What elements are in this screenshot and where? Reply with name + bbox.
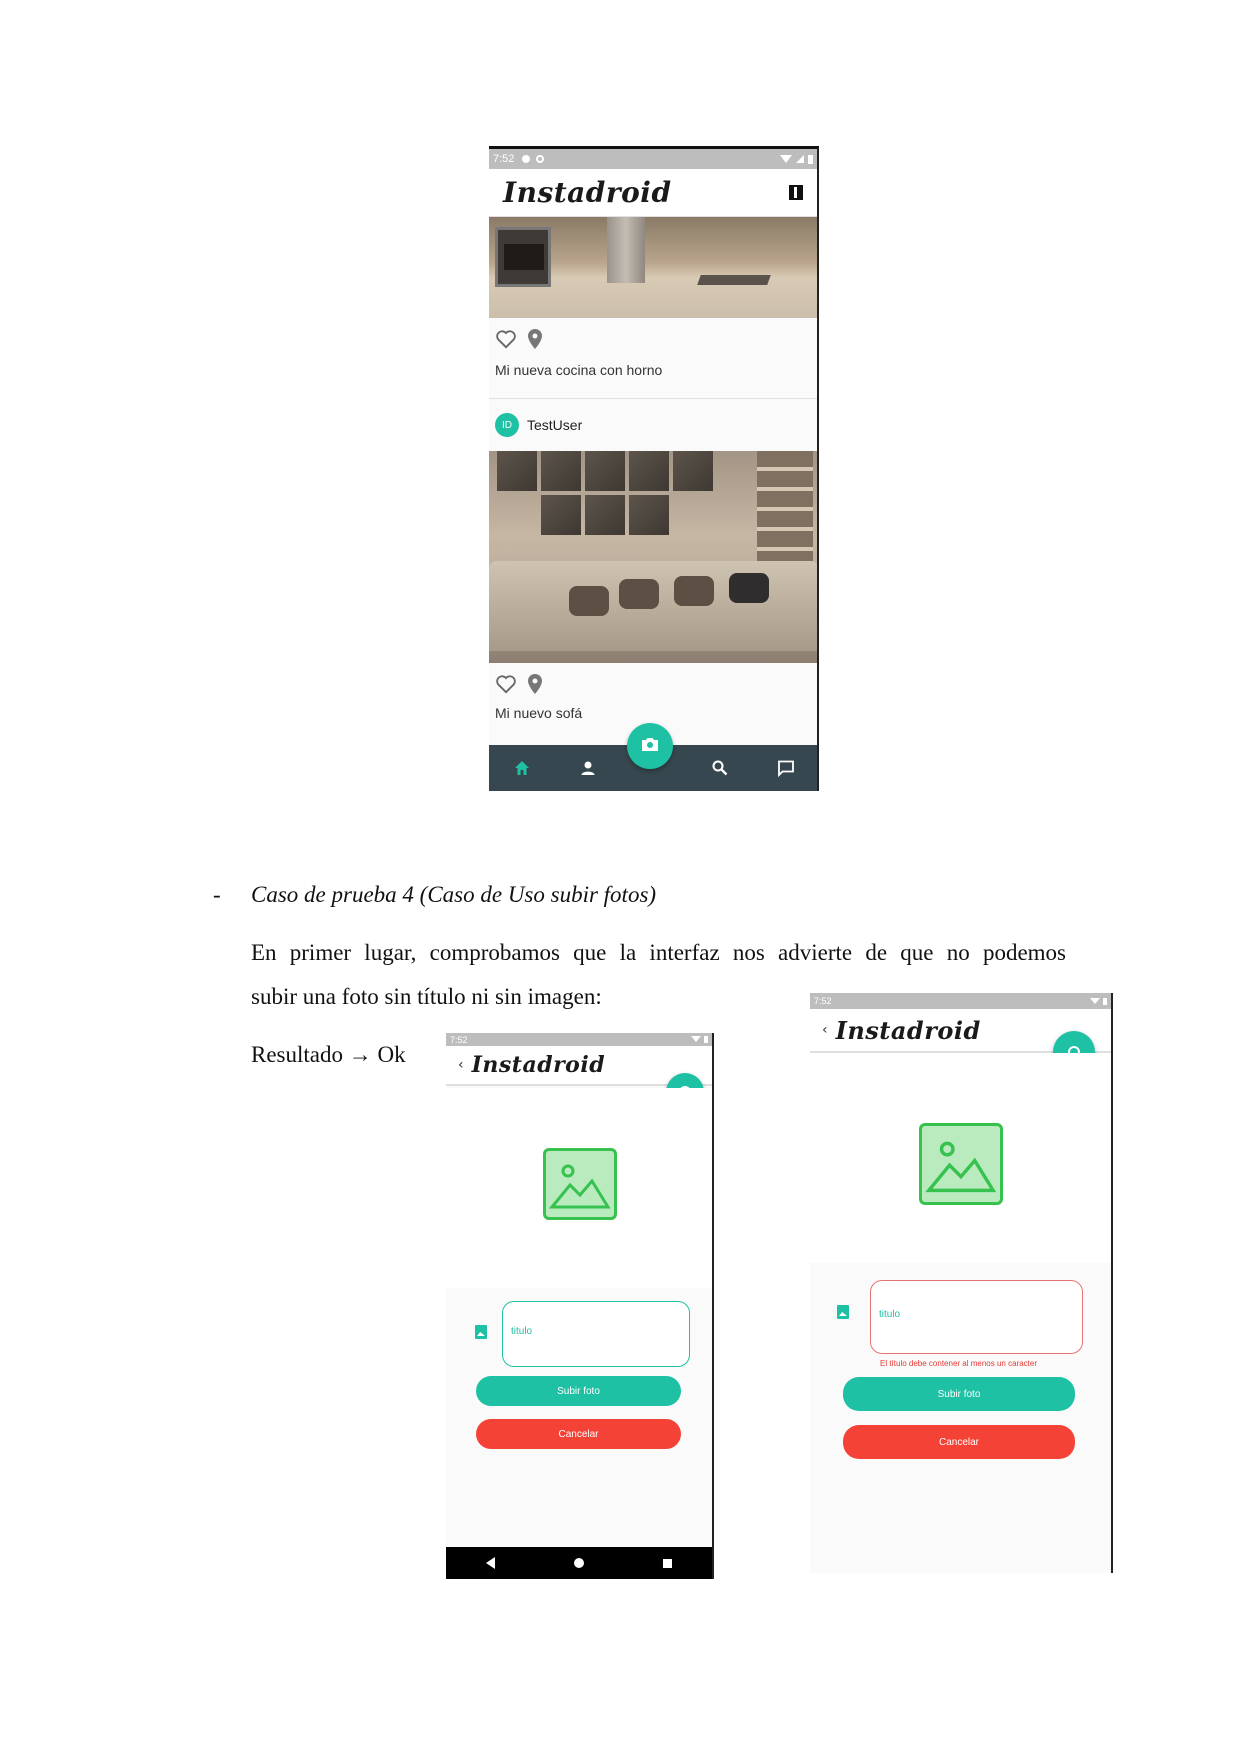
settings-status-icon — [522, 155, 531, 163]
camera-icon — [641, 736, 659, 757]
location-pin-icon[interactable] — [527, 673, 543, 695]
image-field-icon — [837, 1305, 849, 1319]
battery-icon — [1103, 997, 1107, 1005]
title-input[interactable]: titulo — [870, 1280, 1083, 1354]
upload-screenshot-error: 7:52 ‹ Instadroid titulo El título debe … — [810, 993, 1113, 1573]
home-icon[interactable] — [513, 759, 531, 777]
wall-panel — [629, 495, 669, 535]
image-placeholder-icon[interactable] — [919, 1123, 1003, 1205]
paragraph-line: En primer lugar, comprobamos que la inte… — [251, 940, 1066, 965]
signal-icon — [796, 155, 804, 163]
back-nav-icon[interactable] — [485, 1557, 495, 1569]
list-bullet: - — [213, 882, 221, 907]
post-user-row[interactable]: ID TestUser — [489, 407, 817, 451]
upload-form: titulo El título debe contener al menos … — [810, 1263, 1111, 1573]
status-time: 7:52 — [814, 996, 832, 1006]
status-bar: 7:52 — [810, 993, 1111, 1009]
cancel-button[interactable]: Cancelar — [843, 1425, 1075, 1459]
title-input[interactable]: titulo — [502, 1301, 690, 1367]
floor-mat-graphic — [697, 275, 771, 285]
result-text: Resultado → Ok — [251, 1042, 406, 1067]
username[interactable]: TestUser — [527, 417, 582, 433]
heart-icon[interactable] — [495, 329, 516, 349]
wifi-icon — [1090, 997, 1100, 1004]
wall-panel — [541, 451, 581, 491]
cushion-graphic — [569, 586, 609, 616]
chat-icon[interactable] — [777, 759, 795, 778]
heart-icon[interactable] — [495, 674, 516, 694]
title-error-message: El título debe contener al menos un cara… — [880, 1359, 1037, 1368]
cushion-graphic — [619, 579, 659, 609]
battery-icon — [704, 1036, 708, 1043]
cushion-graphic — [674, 576, 714, 606]
test-case-heading: Caso de prueba 4 (Caso de Uso subir foto… — [251, 882, 657, 907]
status-time: 7:52 — [450, 1034, 468, 1045]
back-icon[interactable]: ‹ — [458, 1057, 464, 1073]
recents-nav-icon[interactable] — [663, 1558, 673, 1568]
upload-photo-button[interactable]: Subir foto — [843, 1377, 1075, 1411]
paragraph-line: subir una foto sin título ni sin imagen: — [251, 984, 602, 1009]
post-divider — [489, 398, 817, 399]
upload-form: titulo Subir foto Cancelar — [446, 1288, 712, 1548]
image-placeholder-icon[interactable] — [543, 1148, 617, 1220]
wall-panel — [585, 451, 625, 491]
app-logo: Instadroid — [835, 1015, 981, 1045]
status-bar: 7:52 — [446, 1033, 712, 1046]
upload-screenshot-empty: 7:52 ‹ Instadroid titulo Subir foto Canc… — [446, 1033, 714, 1579]
post-photo-kitchen[interactable] — [489, 217, 817, 318]
status-time: 7:52 — [493, 153, 515, 165]
cancel-button[interactable]: Cancelar — [476, 1419, 681, 1449]
fridge-graphic — [607, 217, 645, 283]
wifi-icon — [780, 155, 792, 163]
upload-photo-button[interactable]: Subir foto — [476, 1376, 681, 1406]
title-placeholder: titulo — [511, 1326, 533, 1337]
wall-panel — [629, 451, 669, 491]
sync-status-icon — [536, 155, 545, 163]
home-nav-icon[interactable] — [573, 1558, 584, 1568]
post-photo-sofa[interactable] — [489, 451, 817, 663]
location-pin-icon[interactable] — [527, 328, 543, 350]
cushion-graphic — [729, 573, 769, 603]
search-icon[interactable] — [711, 759, 729, 777]
app-logo: Instadroid — [471, 1052, 606, 1078]
avatar[interactable]: ID — [495, 413, 519, 437]
post-actions — [489, 663, 817, 701]
back-icon[interactable]: ‹ — [822, 1022, 828, 1038]
camera-fab-button[interactable] — [627, 723, 673, 769]
app-bar: Instadroid — [489, 169, 817, 217]
wall-panel — [673, 451, 713, 491]
app-logo: Instadroid — [503, 176, 672, 209]
image-field-icon — [475, 1325, 487, 1339]
status-bar: 7:52 — [489, 149, 817, 169]
title-placeholder: titulo — [879, 1309, 901, 1320]
post-caption: Mi nueva cocina con horno — [495, 362, 663, 378]
system-navigation-bar — [446, 1547, 712, 1579]
image-picker-area[interactable] — [810, 1053, 1111, 1263]
post-actions — [489, 318, 817, 356]
profile-icon[interactable] — [579, 759, 597, 777]
map-icon[interactable] — [789, 185, 803, 200]
wifi-icon — [691, 1036, 701, 1042]
wall-panel — [541, 495, 581, 535]
wall-panel — [585, 495, 625, 535]
oven-graphic — [495, 227, 551, 287]
feed-screenshot: 7:52 Instadroid Mi nueva cocina con horn… — [489, 146, 819, 791]
image-picker-area[interactable] — [446, 1088, 712, 1288]
wall-panel — [497, 451, 537, 491]
battery-icon — [808, 154, 813, 164]
